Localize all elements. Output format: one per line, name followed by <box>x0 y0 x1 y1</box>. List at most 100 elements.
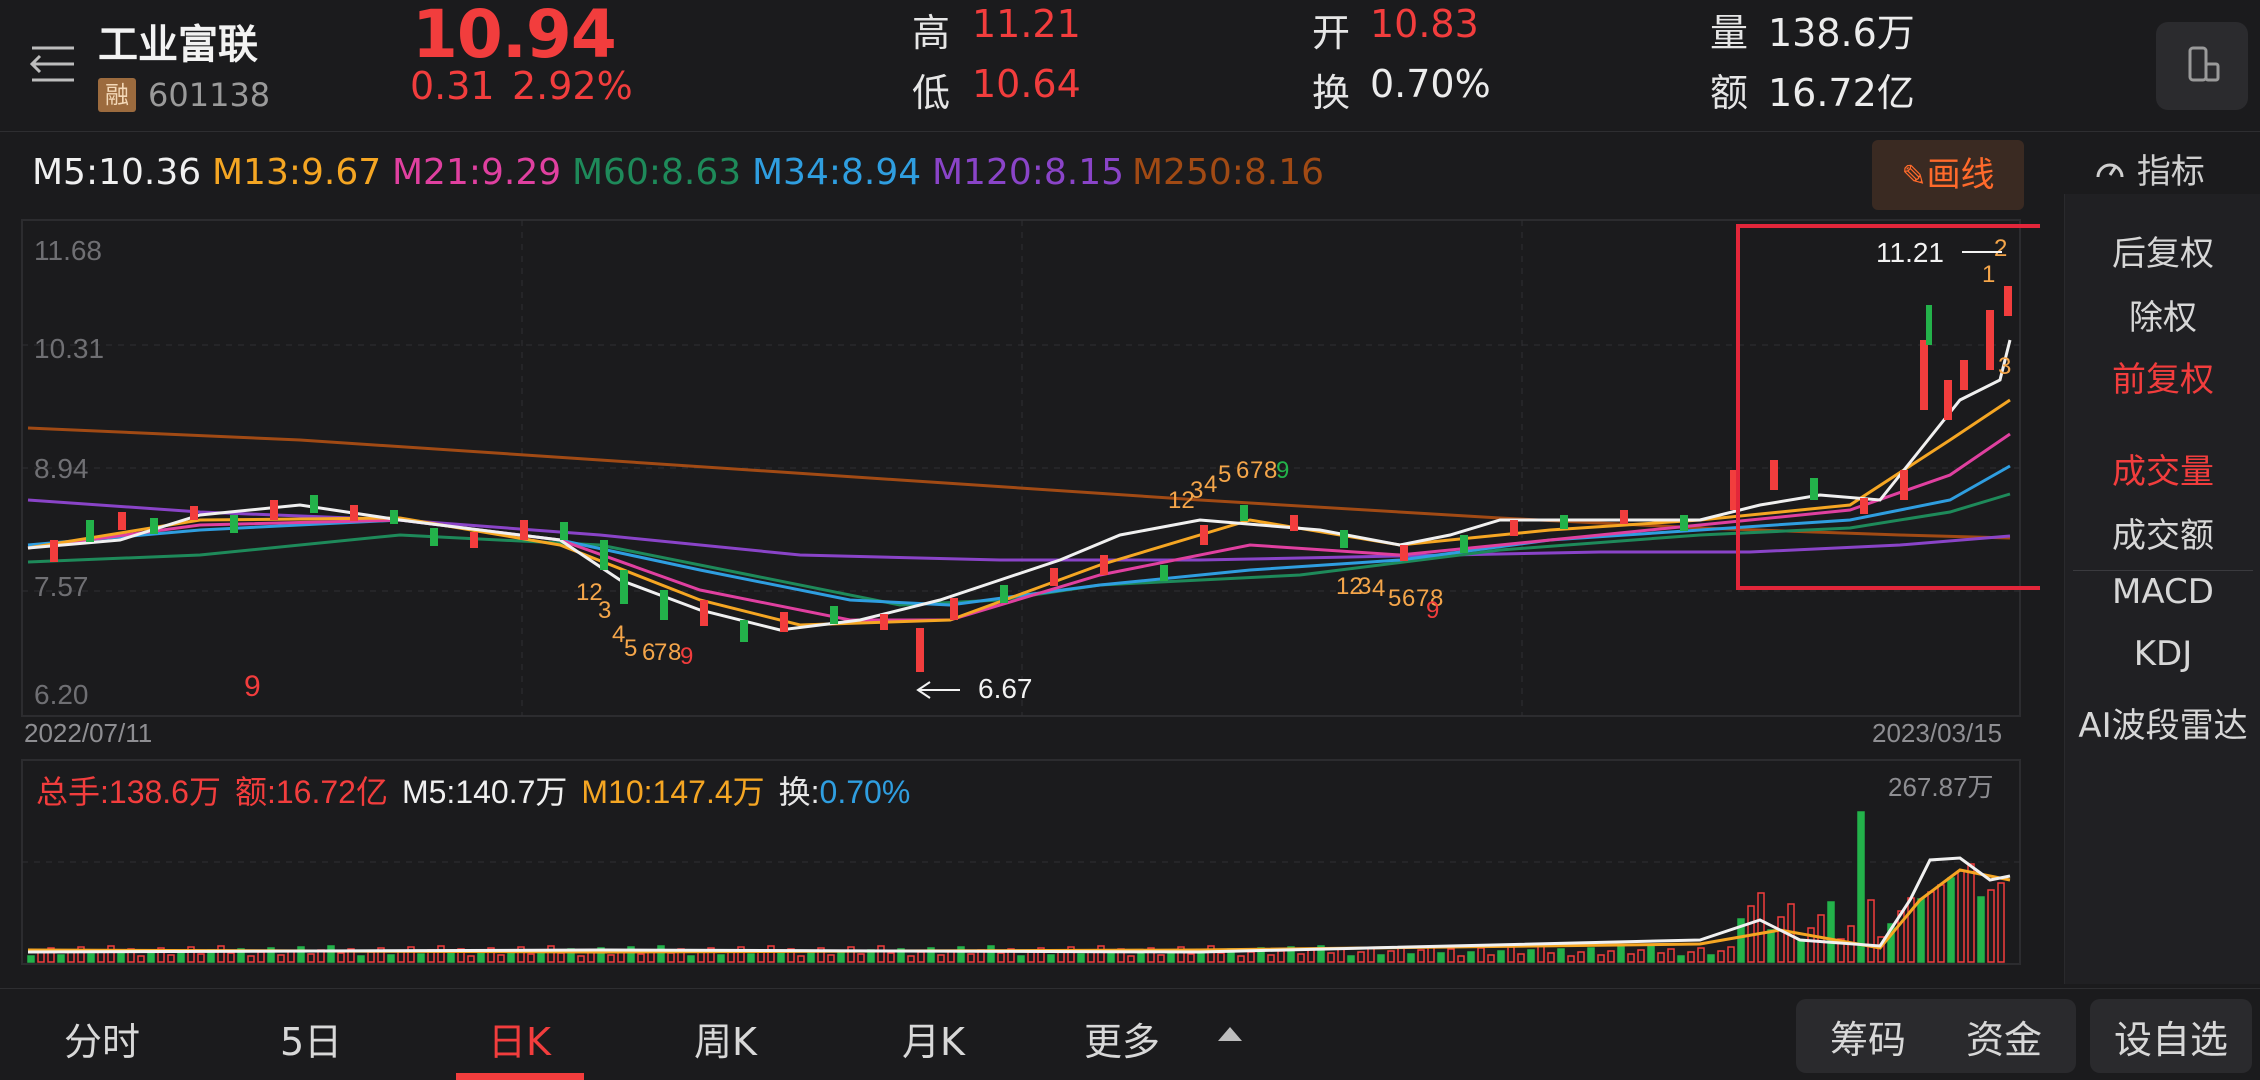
volume-bar <box>1927 891 1935 963</box>
volume-bar <box>477 951 485 963</box>
volume-bar <box>327 945 335 963</box>
volume-bar <box>387 954 395 963</box>
volume-max-label: 267.87万 <box>1888 772 1994 802</box>
volume-bar <box>1577 951 1585 963</box>
tab-monthly-k[interactable]: 月K <box>902 1011 965 1066</box>
period-high-marker: 11.21 <box>1876 237 1944 268</box>
svg-text:4: 4 <box>1204 471 1217 498</box>
volume-bar <box>1867 899 1875 963</box>
indicator-macd[interactable]: MACD <box>2065 572 2260 612</box>
volume-bar <box>107 945 115 963</box>
svg-text:3: 3 <box>1998 353 2011 380</box>
volume-bar <box>577 955 585 963</box>
adjust-post-option[interactable]: 后复权 <box>2065 226 2260 275</box>
volume-bar <box>1557 948 1565 963</box>
volume-bar <box>1357 951 1365 963</box>
turnover-value: 0.70% <box>1370 62 1491 106</box>
start-date-label: 2022/07/11 <box>24 718 152 748</box>
draw-line-button[interactable]: ✎画线 <box>1872 140 2024 210</box>
volume-bar <box>587 951 595 963</box>
volume-bar <box>1967 863 1975 963</box>
volume-bar <box>887 952 895 963</box>
indicator-volume[interactable]: 成交量 <box>2065 444 2260 493</box>
price-change-percent: 2.92% <box>512 64 633 108</box>
price-change: 0.31 <box>410 64 495 108</box>
indicator-ai-radar[interactable]: AI波段雷达 <box>2065 698 2260 747</box>
adjust-pre-option[interactable]: 前复权 <box>2065 352 2260 401</box>
y-tick-label: 7.57 <box>34 571 89 602</box>
volume-bar <box>1717 950 1725 963</box>
volume-bar <box>1587 947 1595 963</box>
tab-5day[interactable]: 5日 <box>280 1011 342 1066</box>
kline-chart[interactable]: 11.68 10.31 8.94 7.57 6.20 12345 67 89 1… <box>0 210 2040 990</box>
candlesticks <box>50 286 2012 672</box>
svg-text:9: 9 <box>680 643 693 670</box>
volume-bar <box>1667 948 1675 963</box>
volume-bar <box>297 946 305 963</box>
volume-bar <box>287 950 295 963</box>
volume-bar <box>447 952 455 963</box>
volume-bar <box>227 952 235 963</box>
indicator-kdj[interactable]: KDJ <box>2065 634 2260 674</box>
volume-bar <box>1477 947 1485 963</box>
volume-label: 量 <box>1710 11 1749 55</box>
tab-weekly-k[interactable]: 周K <box>694 1011 757 1066</box>
volume-bar <box>527 953 535 963</box>
volume-bar <box>807 951 815 963</box>
indicator-title[interactable]: 指标 <box>2094 144 2205 193</box>
volume-bar <box>1187 953 1195 963</box>
volume-bar <box>167 954 175 963</box>
volume-bar <box>137 955 145 963</box>
y-tick-label: 10.31 <box>34 333 104 364</box>
volume-bar <box>1337 948 1345 963</box>
indicator-amount[interactable]: 成交额 <box>2065 508 2260 557</box>
volume-bar <box>797 955 805 963</box>
draw-line-label: 画线 <box>1926 155 1995 195</box>
volume-bar <box>1637 949 1645 963</box>
volume-bar <box>1237 955 1245 963</box>
amount-value: 16.72亿 <box>1768 71 1915 115</box>
volume-bar <box>1407 953 1415 963</box>
volume-bar <box>857 953 865 963</box>
volume-bar <box>1017 955 1025 963</box>
volume-bar <box>1307 949 1315 963</box>
volume-bar <box>1767 929 1775 963</box>
volume-bar <box>1677 955 1685 963</box>
end-date-label: 2023/03/15 <box>1872 718 2002 748</box>
svg-text:9: 9 <box>1426 597 1439 624</box>
svg-text:5: 5 <box>1218 461 1231 488</box>
low-value: 10.64 <box>972 62 1081 106</box>
caret-up-icon[interactable] <box>1218 1027 1242 1041</box>
adjust-none-option[interactable]: 除权 <box>2065 290 2260 339</box>
volume-bar <box>1297 953 1305 963</box>
ma13-value: M13:9.67 <box>212 152 382 193</box>
volume-bar <box>1467 951 1475 963</box>
td-sequence-markers: 12345 67 89 123 4 5 6 7 89 123 4 5 6 7 89 123 <box>576 235 2011 670</box>
tab-daily-k[interactable]: 日K <box>488 1011 551 1066</box>
volume-bar <box>367 951 375 963</box>
volume-bar <box>417 953 425 963</box>
volume-bar <box>87 953 95 963</box>
volume-bar <box>957 946 965 963</box>
ma60-value: M60:8.63 <box>572 152 742 193</box>
volume-bar <box>1807 927 1815 963</box>
svg-text:9: 9 <box>1276 457 1289 484</box>
volume-turnover-value: 0.70% <box>820 774 911 810</box>
tab-intraday[interactable]: 分时 <box>64 1011 140 1066</box>
volume-bar <box>1947 877 1955 963</box>
add-watchlist-button[interactable]: 设自选 <box>2114 1009 2228 1064</box>
tab-more[interactable]: 更多 <box>1084 1011 1160 1066</box>
volume-bar <box>667 952 675 963</box>
menu-icon[interactable] <box>29 42 76 86</box>
fund-flow-button[interactable]: 资金 <box>1966 1009 2042 1064</box>
volume-legend: 总手:138.6万 额:16.72亿 M5:140.7万 M10:147.4万 换:0.… <box>36 774 910 810</box>
amount-label: 额 <box>1710 71 1749 115</box>
chips-button[interactable]: 筹码 <box>1830 1009 1906 1064</box>
volume-bar <box>1957 870 1965 963</box>
volume-ma5-line <box>27 856 2011 954</box>
volume-bar <box>1797 940 1805 963</box>
volume-bar <box>1527 949 1535 963</box>
volume-bar <box>217 945 225 963</box>
svg-text:3: 3 <box>1358 573 1371 600</box>
landscape-toggle-button[interactable] <box>2156 22 2248 110</box>
